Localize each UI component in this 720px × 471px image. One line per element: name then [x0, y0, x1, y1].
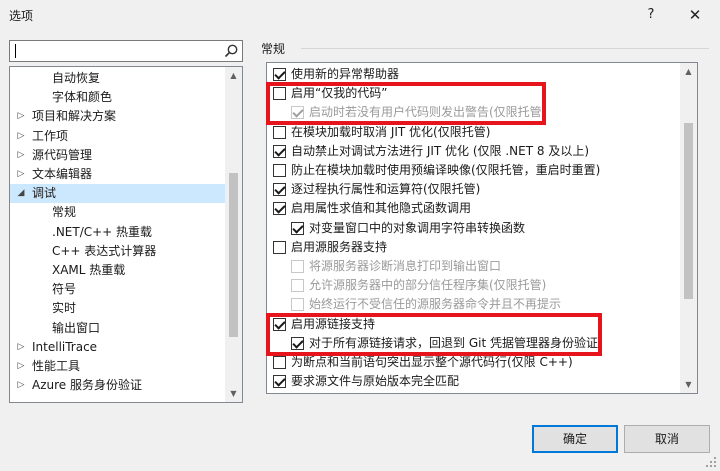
section-divider	[301, 48, 709, 49]
option-label: 防止在模块加载时使用预编译映像(仅限托管，重启时重置)	[291, 163, 601, 177]
title-bar: 选项 ? ✕	[0, 0, 720, 30]
collapsed-arrow-icon[interactable]: ▷	[16, 338, 26, 357]
help-button[interactable]: ?	[628, 0, 674, 30]
option-label: 允许源服务器中的部分信任程序集(仅限托管)	[309, 278, 547, 293]
tree-item-label: XAML 热重载	[52, 263, 126, 277]
option-label: 启用属性求值和其他隐式函数调用	[291, 201, 472, 216]
collapsed-arrow-icon[interactable]: ▷	[16, 146, 26, 165]
tree-item[interactable]: ▷ IntelliTrace	[10, 338, 226, 357]
tree-item-label: 字体和颜色	[52, 90, 113, 105]
checkbox-unchecked[interactable]	[273, 87, 286, 101]
tree-item-label: 自动恢复	[52, 71, 101, 85]
checkbox-unchecked[interactable]	[273, 356, 286, 369]
checkbox-unchecked	[291, 279, 304, 293]
expanded-arrow-icon[interactable]: ◢	[16, 184, 26, 203]
checkbox-checked[interactable]	[273, 375, 286, 389]
checkbox-checked[interactable]	[273, 68, 286, 81]
search-box[interactable]	[9, 40, 243, 62]
option-label: 对于所有源链接请求，回退到 Git 凭据管理器身份验证	[309, 335, 598, 350]
tree-item-label: C++ 表达式计算器	[52, 243, 157, 258]
tree-item-label: 项目和解决方案	[32, 109, 117, 124]
tree-item-label: 性能工具	[32, 359, 81, 373]
option-label: 启用“仅我的代码”	[291, 86, 388, 101]
tree-item[interactable]: 字体和颜色	[10, 88, 226, 107]
option-label: 使用新的异常帮助器	[291, 67, 400, 81]
option-label: 启动时若没有用户代码则发出警告(仅限托管)	[309, 105, 547, 120]
tree-item-label: 源代码管理	[32, 147, 93, 162]
options-tree[interactable]: ▷ Azure 服务身份验证 ▷ 性能工具 ▷ IntelliTrace 输出窗口 实时 符号 X…	[9, 66, 243, 403]
resize-grip-icon[interactable]	[704, 455, 718, 469]
search-input[interactable]	[10, 41, 220, 61]
tree-item[interactable]: ◢ 调试	[10, 184, 226, 204]
tree-item-label: .NET/C++ 热重载	[52, 224, 153, 239]
section-title: 常规	[261, 42, 286, 56]
option-label: 要求源文件与原始版本完全匹配	[291, 374, 460, 389]
checkbox-checked[interactable]	[291, 221, 304, 235]
collapsed-arrow-icon[interactable]: ▷	[16, 165, 26, 184]
options-scrollbar[interactable]: ▲ ▼	[680, 63, 697, 393]
option-label: 启用源服务器支持	[291, 239, 388, 254]
ok-button[interactable]: 确定	[532, 425, 618, 453]
scroll-up-icon[interactable]: ▲	[680, 63, 697, 80]
tree-item-label: 文本编辑器	[32, 167, 93, 181]
option-label: 在模块加载时取消 JIT 优化(仅限托管)	[291, 124, 491, 139]
tree-item[interactable]: C++ 表达式计算器	[10, 242, 226, 261]
tree-item[interactable]: 输出窗口	[10, 319, 226, 338]
option-label: 将源服务器诊断消息打印到输出窗口	[309, 259, 502, 273]
tree-item[interactable]: XAML 热重载	[10, 261, 226, 280]
tree-item[interactable]: ▷ 文本编辑器	[10, 165, 226, 184]
checkbox-unchecked[interactable]	[273, 164, 286, 177]
scroll-down-icon[interactable]: ▼	[680, 376, 697, 393]
checkbox-unchecked[interactable]	[273, 240, 286, 254]
tree-item[interactable]: ▷ 项目和解决方案	[10, 107, 226, 126]
option-label: 对变量窗口中的对象调用字符串转换函数	[309, 220, 526, 235]
tree-scrollbar[interactable]: ▲ ▼	[225, 67, 242, 402]
tree-item[interactable]: ▷ 工作项	[10, 127, 226, 146]
checkbox-checked[interactable]	[273, 183, 286, 197]
collapsed-arrow-icon[interactable]: ▷	[16, 376, 26, 395]
tree-item[interactable]: 常规	[10, 203, 226, 222]
tree-item[interactable]: ▷ 源代码管理	[10, 146, 226, 165]
tree-item[interactable]: ▷ Azure 服务身份验证	[10, 376, 226, 395]
tree-item[interactable]: ▷ 性能工具	[10, 357, 226, 376]
option-label: 为断点和当前语句突出显示整个源代码行(仅限 C++)	[291, 355, 573, 369]
tree-item[interactable]: 实时	[10, 299, 226, 318]
option-label: 启用源链接支持	[291, 316, 376, 331]
option-label: 自动禁止对调试方法进行 JIT 优化 (仅限 .NET 8 及以上)	[291, 143, 589, 158]
text-caret	[15, 44, 16, 58]
tree-item[interactable]: .NET/C++ 热重载	[10, 223, 226, 242]
checkbox-checked[interactable]	[273, 144, 286, 158]
options-list[interactable]: 要求源文件与原始版本完全匹配 为断点和当前语句突出显示整个源代码行(仅限 C++)…	[266, 62, 698, 394]
scroll-up-icon[interactable]: ▲	[225, 67, 242, 84]
options-scroll-thumb[interactable]	[684, 123, 693, 299]
option-label: 逐过程执行属性和运算符(仅限托管)	[291, 182, 481, 197]
tree-item-label: 符号	[52, 282, 77, 297]
tree-item-label: IntelliTrace	[32, 339, 98, 354]
checkbox-unchecked	[291, 260, 304, 273]
checkbox-unchecked[interactable]	[273, 125, 286, 139]
tree-item-label: 工作项	[32, 128, 69, 143]
checkbox-checked[interactable]	[291, 336, 304, 350]
tree-scroll-thumb[interactable]	[229, 173, 238, 337]
option-label: 始终运行不受信任的源服务器命令并且不再提示	[309, 297, 562, 312]
cancel-button[interactable]: 取消	[624, 425, 710, 453]
tree-item-label: 实时	[52, 301, 77, 316]
close-button[interactable]: ✕	[672, 0, 718, 30]
tree-item-label: 输出窗口	[52, 320, 101, 335]
window-title: 选项	[9, 9, 34, 23]
tree-item-label: Azure 服务身份验证	[32, 378, 142, 393]
collapsed-arrow-icon[interactable]: ▷	[16, 357, 26, 376]
checkbox-checked[interactable]	[273, 317, 286, 331]
checkbox-unchecked	[291, 298, 304, 312]
scroll-down-icon[interactable]: ▼	[225, 385, 242, 402]
collapsed-arrow-icon[interactable]: ▷	[16, 107, 26, 126]
checkbox-checked[interactable]	[273, 202, 286, 216]
tree-item[interactable]: 符号	[10, 280, 226, 299]
tree-item[interactable]: 自动恢复	[10, 69, 226, 88]
tree-item-label: 调试	[32, 186, 57, 201]
collapsed-arrow-icon[interactable]: ▷	[16, 127, 26, 146]
search-icon[interactable]	[223, 43, 239, 59]
checkbox-checked	[291, 106, 304, 120]
tree-item-label: 常规	[52, 205, 77, 220]
